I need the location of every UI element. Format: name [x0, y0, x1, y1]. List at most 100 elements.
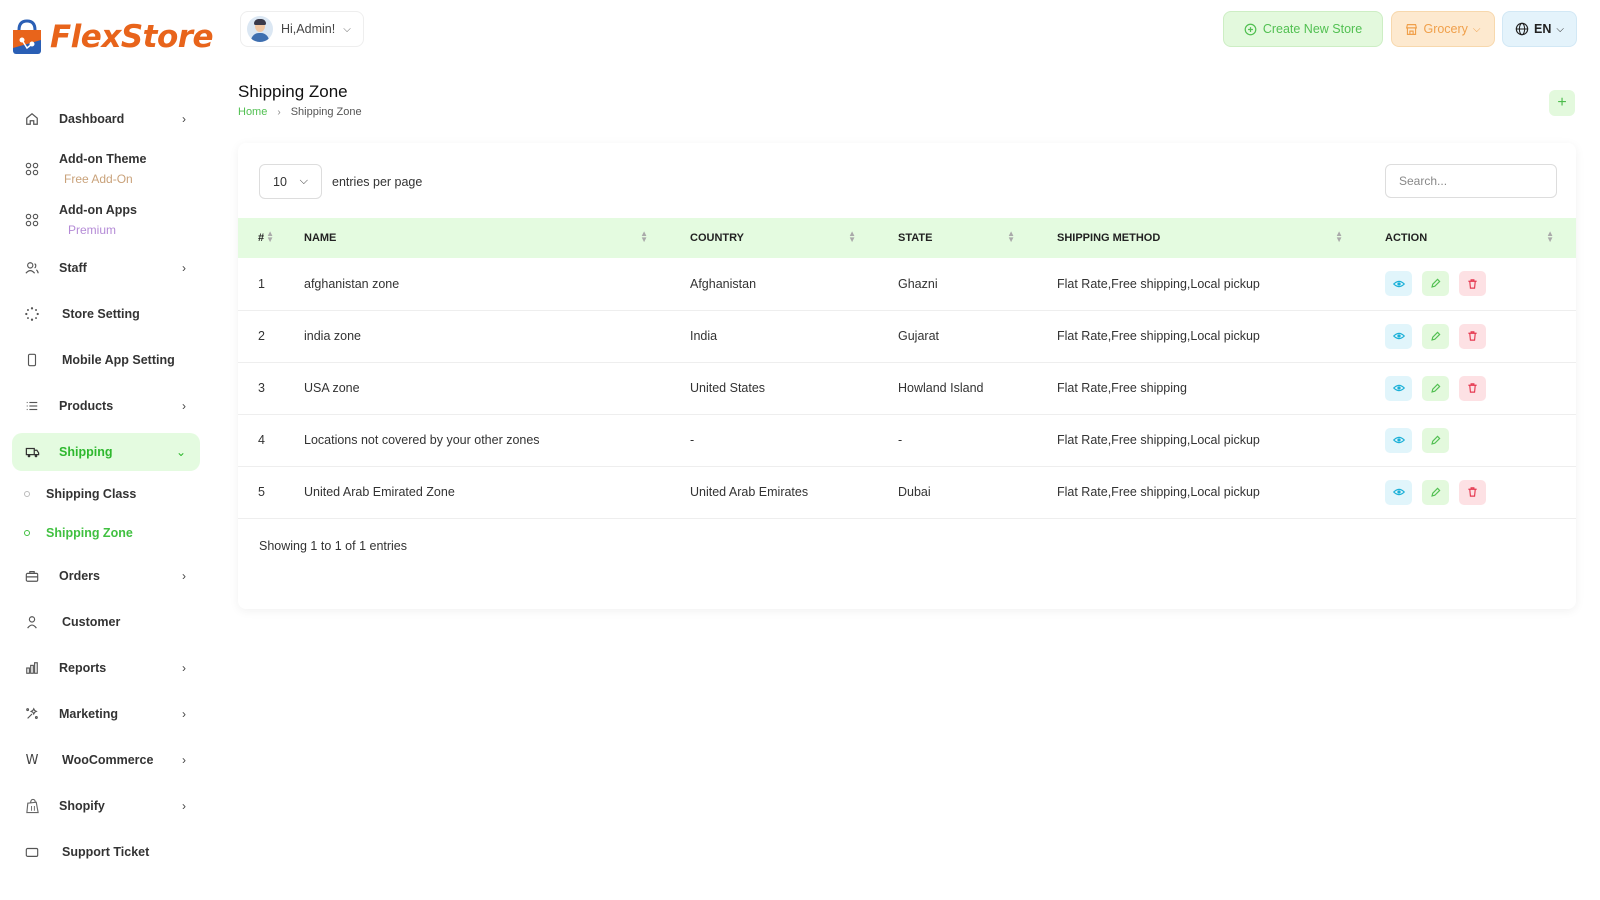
- shipping-zone-card: 10 ⌵ entries per page #▲▼ NAME▲▼ COUNTRY…: [238, 143, 1576, 609]
- column-header-shipping-method[interactable]: SHIPPING METHOD ▲ ▼: [1037, 218, 1365, 258]
- sidebar-item-label: Customer: [62, 615, 121, 629]
- zone-name: india zone: [304, 329, 361, 343]
- view-button[interactable]: [1385, 479, 1412, 505]
- sidebar-item-addon-theme[interactable]: Add-on Theme Free Add-On: [12, 150, 200, 188]
- sidebar-item-shipping[interactable]: Shipping ⌄: [12, 433, 200, 471]
- sidebar-item-addon-apps[interactable]: Add-on Apps Premium: [12, 201, 200, 239]
- shopping-bag-logo-icon: [13, 19, 41, 54]
- sidebar-subitem-shipping-class[interactable]: Shipping Class: [24, 487, 136, 501]
- create-new-store-label: Create New Store: [1262, 22, 1363, 36]
- table-row: 5 United Arab Emirated Zone United Arab …: [238, 466, 1576, 518]
- view-button[interactable]: [1385, 375, 1412, 401]
- sidebar-item-label: Reports: [59, 661, 107, 675]
- sidebar-item-label: Shipping: [59, 445, 113, 459]
- sidebar-item-label: Marketing: [59, 707, 119, 721]
- edit-button[interactable]: [1422, 323, 1449, 349]
- user-menu[interactable]: Hi,Admin! ⌵: [240, 11, 364, 47]
- column-header-action[interactable]: ACTION ▲ ▼: [1365, 218, 1576, 258]
- sort-icon: ▲ ▼: [1007, 229, 1015, 244]
- store-type-dropdown[interactable]: Grocery ⌵: [1391, 11, 1495, 47]
- search-input[interactable]: [1385, 164, 1557, 198]
- eye-icon: [1392, 488, 1405, 496]
- delete-button[interactable]: [1459, 375, 1486, 401]
- chevron-down-icon: ⌵: [1556, 23, 1564, 35]
- add-shipping-zone-button[interactable]: +: [1549, 90, 1575, 116]
- language-dropdown[interactable]: EN ⌵: [1502, 11, 1577, 47]
- premium-badge-text: Premium: [68, 223, 117, 237]
- zone-state: Dubai: [898, 485, 931, 499]
- chevron-right-icon: ›: [182, 399, 186, 413]
- edit-button[interactable]: [1422, 427, 1449, 453]
- zone-shipping-method: Flat Rate,Free shipping,Local pickup: [1057, 485, 1260, 499]
- delete-button[interactable]: [1459, 323, 1486, 349]
- sidebar-item-staff[interactable]: Staff ›: [12, 249, 200, 287]
- zone-shipping-method: Flat Rate,Free shipping: [1057, 381, 1187, 395]
- truck-icon: [24, 444, 40, 460]
- edit-button[interactable]: [1422, 375, 1449, 401]
- avatar: [247, 16, 273, 42]
- pencil-icon: [1431, 278, 1441, 288]
- eye-icon: [1392, 436, 1405, 444]
- store-type-label: Grocery: [1423, 22, 1468, 36]
- chevron-right-icon: ›: [277, 106, 281, 118]
- row-number: 4: [258, 433, 265, 447]
- ticket-icon: [24, 844, 40, 860]
- row-actions: [1365, 466, 1576, 518]
- view-button[interactable]: [1385, 271, 1412, 297]
- delete-button[interactable]: [1459, 271, 1486, 297]
- sidebar-item-products[interactable]: Products ›: [12, 387, 200, 425]
- sidebar-item-marketing[interactable]: Marketing ›: [12, 695, 200, 733]
- column-header-name[interactable]: NAME ▲ ▼: [284, 218, 670, 258]
- sparkle-icon: [24, 706, 40, 722]
- per-page-value: 10: [273, 174, 287, 189]
- per-page-select[interactable]: 10 ⌵: [259, 164, 322, 199]
- edit-button[interactable]: [1422, 479, 1449, 505]
- zone-country: United Arab Emirates: [690, 485, 809, 499]
- table-header-row: # ▲ ▼ NAME ▲ ▼ COUNTRY ▲ ▼ STATE ▲ ▼ SHIPPING ME…: [238, 218, 1576, 258]
- edit-button[interactable]: [1422, 271, 1449, 297]
- view-button[interactable]: [1385, 427, 1412, 453]
- sidebar-item-label: Mobile App Setting: [62, 353, 175, 367]
- delete-button[interactable]: [1459, 479, 1486, 505]
- sidebar-subitem-shipping-zone[interactable]: Shipping Zone: [24, 526, 133, 540]
- sidebar-item-mobile-app-setting[interactable]: Mobile App Setting: [12, 341, 200, 379]
- plus-circle-icon: [1244, 23, 1257, 35]
- sidebar-subitem-label: Shipping Class: [46, 487, 137, 501]
- sidebar-item-label: Staff: [59, 261, 87, 275]
- zone-shipping-method: Flat Rate,Free shipping,Local pickup: [1057, 276, 1260, 291]
- sidebar-item-label: Orders: [59, 569, 100, 583]
- column-header-number[interactable]: # ▲ ▼: [238, 218, 284, 258]
- sidebar-item-dashboard[interactable]: Dashboard ›: [12, 100, 200, 138]
- row-actions: [1365, 310, 1576, 362]
- row-number: 1: [258, 276, 265, 291]
- view-button[interactable]: [1385, 323, 1412, 349]
- chevron-down-icon: ⌵: [299, 175, 308, 187]
- table-row: 2 india zone India Gujarat Flat Rate,Fre…: [238, 310, 1576, 362]
- zone-name: Locations not covered by your other zone…: [304, 433, 540, 447]
- bullet-icon: [24, 491, 30, 497]
- user-greeting: Hi,Admin!: [281, 22, 336, 36]
- sidebar-item-label: Store Setting: [62, 307, 140, 321]
- breadcrumb-home-link[interactable]: Home: [238, 106, 267, 118]
- sidebar-item-customer[interactable]: Customer: [12, 603, 200, 641]
- pencil-icon: [1431, 331, 1441, 341]
- column-header-state[interactable]: STATE ▲ ▼: [878, 218, 1037, 258]
- sidebar-item-label: Support Ticket: [62, 845, 150, 859]
- zone-state: Ghazni: [898, 276, 938, 291]
- sidebar-item-orders[interactable]: Orders ›: [12, 557, 200, 595]
- create-new-store-button[interactable]: Create New Store: [1223, 11, 1383, 47]
- brand-logo[interactable]: FlexStore: [10, 18, 214, 56]
- sidebar-item-support-ticket[interactable]: Support Ticket: [12, 833, 200, 871]
- column-header-country[interactable]: COUNTRY ▲ ▼: [670, 218, 878, 258]
- sidebar-item-store-setting[interactable]: Store Setting: [12, 295, 200, 333]
- sidebar-item-shopify[interactable]: Shopify ›: [12, 787, 200, 825]
- sidebar-item-reports[interactable]: Reports ›: [12, 649, 200, 687]
- sidebar-item-woocommerce[interactable]: W WooCommerce ›: [12, 741, 200, 779]
- zone-name: afghanistan zone: [304, 276, 400, 291]
- grid-icon: [24, 212, 40, 228]
- user-icon: [24, 614, 40, 630]
- table-row: 4 Locations not covered by your other zo…: [238, 414, 1576, 466]
- loader-icon: [24, 306, 40, 322]
- sort-icon: ▲ ▼: [1546, 229, 1554, 244]
- row-number: 2: [258, 329, 265, 343]
